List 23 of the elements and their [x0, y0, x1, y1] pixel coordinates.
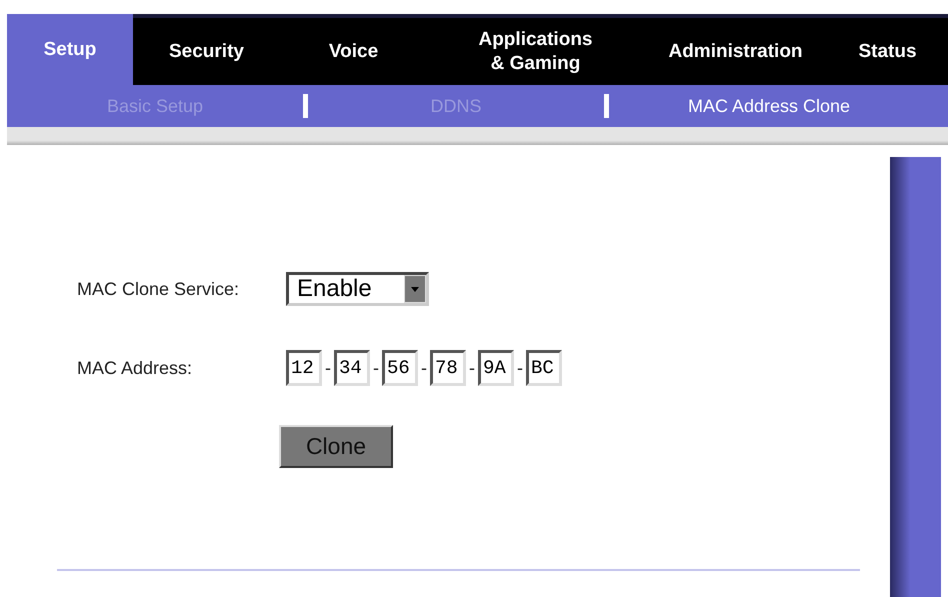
- nav-tab[interactable]: Applications & Gaming: [427, 18, 644, 85]
- separator-text: -: [373, 358, 379, 378]
- mac-octet-field[interactable]: 56: [382, 350, 418, 386]
- separator-text: -: [421, 358, 427, 378]
- service-dropdown[interactable]: Enable: [286, 272, 429, 306]
- mac-octet-field[interactable]: 12: [286, 350, 322, 386]
- nav-tab[interactable]: Status: [827, 18, 948, 85]
- mac-octet-field[interactable]: 78: [430, 350, 466, 386]
- separator-text: -: [517, 358, 523, 378]
- field-label: MAC Address:: [77, 358, 194, 378]
- separator-text: -: [325, 358, 331, 378]
- mac-octet-field[interactable]: 34: [334, 350, 370, 386]
- sub-tab[interactable]: MAC Address Clone: [609, 94, 929, 118]
- nav-tab[interactable]: Voice: [280, 18, 427, 85]
- field-label: MAC Clone Service:: [77, 278, 240, 300]
- caret-icon: [411, 286, 419, 292]
- mac-octet-field[interactable]: BC: [526, 350, 562, 386]
- separator-text: -: [469, 358, 475, 378]
- nav-tab[interactable]: Administration: [644, 18, 827, 85]
- clone-button[interactable]: Clone: [279, 425, 393, 468]
- nav-tab[interactable]: Security: [133, 18, 280, 85]
- nav-tab[interactable]: Setup: [7, 14, 133, 85]
- mac-octet-field[interactable]: 9A: [478, 350, 514, 386]
